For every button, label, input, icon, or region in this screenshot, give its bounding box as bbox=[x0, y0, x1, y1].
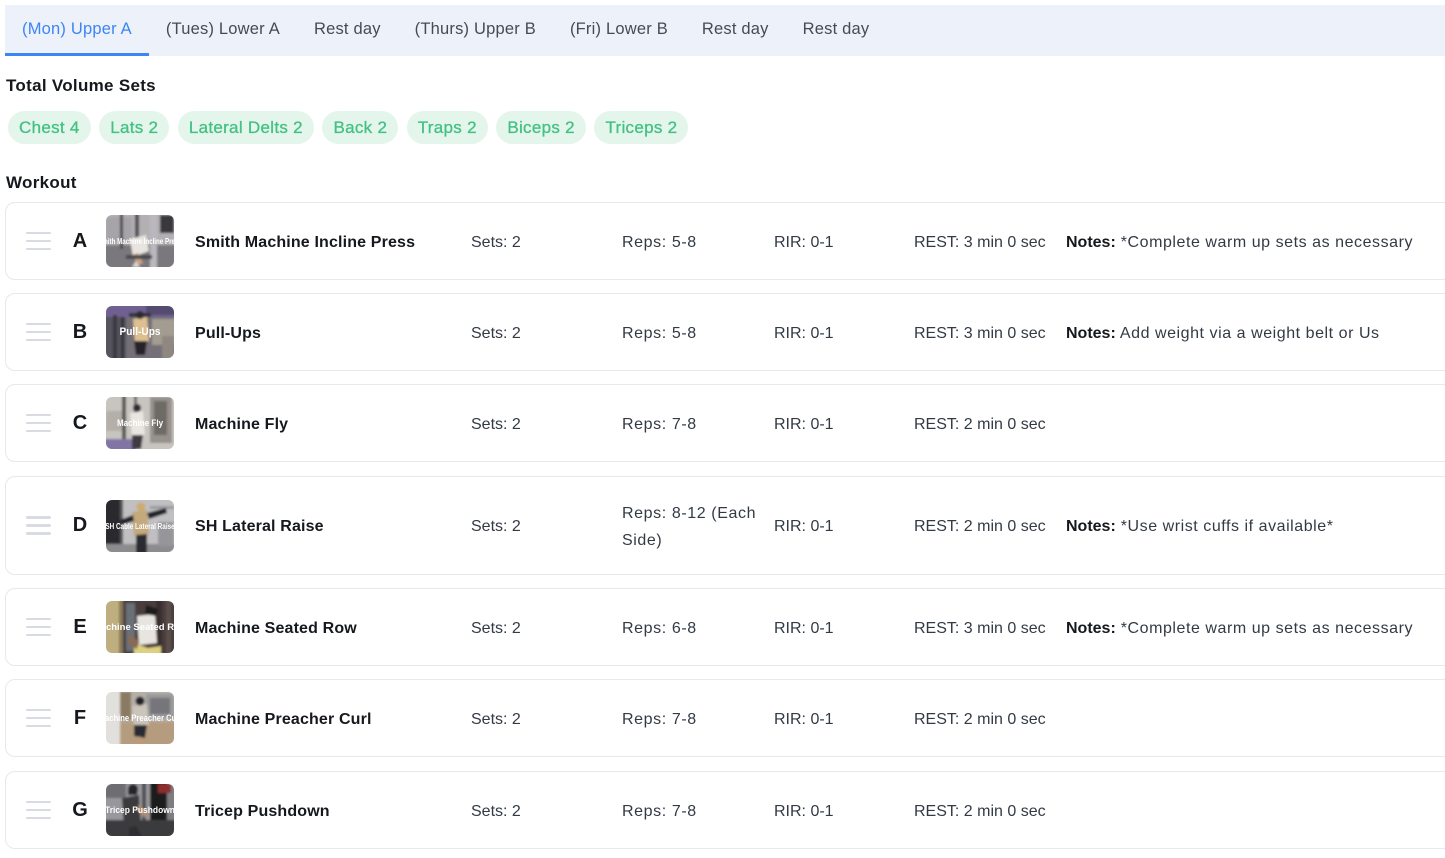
svg-text:Machine Seated Row: Machine Seated Row bbox=[106, 622, 174, 633]
svg-text:SH Cable Lateral Raise: SH Cable Lateral Raise bbox=[106, 521, 174, 531]
svg-text:Tricep Pushdown: Tricep Pushdown bbox=[106, 805, 174, 815]
svg-text:Smith Machine Incline Press: Smith Machine Incline Press bbox=[106, 236, 174, 246]
svg-text:Pull-Ups: Pull-Ups bbox=[120, 326, 161, 338]
svg-text:Machine Fly: Machine Fly bbox=[117, 417, 163, 428]
svg-text:Machine Preacher Curl: Machine Preacher Curl bbox=[106, 712, 174, 723]
